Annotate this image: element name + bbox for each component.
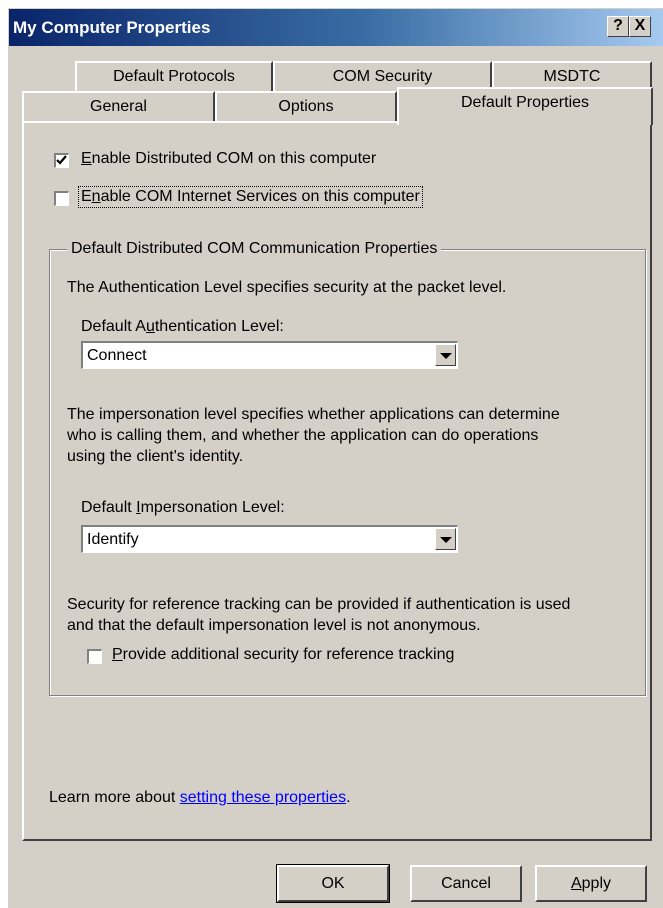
close-icon: X [634, 17, 646, 34]
auth-description: The Authentication Level specifies secur… [67, 279, 507, 296]
ok-button[interactable]: OK [276, 864, 390, 903]
impersonation-description-2: who is calling them, and whether the app… [67, 427, 539, 444]
learn-more-suffix: . [346, 789, 351, 806]
learn-more-prefix: Learn more about [49, 789, 180, 806]
tab-label: COM Security [332, 68, 433, 85]
label-part: nable Distributed COM on this computer [91, 150, 377, 167]
mnemonic: u [145, 318, 155, 335]
reference-tracking-checkbox[interactable] [87, 649, 102, 664]
tab-default-properties[interactable]: Default Properties [397, 87, 653, 125]
button-label: OK [321, 875, 345, 892]
button-label: Cancel [441, 875, 491, 892]
tab-general[interactable]: General [22, 91, 215, 123]
impersonation-level-value: Identify [87, 531, 139, 548]
dropdown-button[interactable] [435, 344, 456, 366]
label-part: mpersonation Level: [140, 499, 285, 516]
label-part: Default [81, 499, 137, 516]
tab-label: Options [278, 98, 334, 115]
groupbox-title: Default Distributed COM Communication Pr… [67, 240, 442, 258]
reference-tracking-description-2: and that the default impersonation level… [67, 617, 481, 634]
tab-label: Default Protocols [113, 68, 235, 85]
reference-tracking-label[interactable]: Provide additional security for referenc… [112, 646, 454, 664]
mnemonic: E [81, 150, 92, 167]
dropdown-button[interactable] [435, 528, 456, 550]
mnemonic: A [570, 875, 582, 892]
properties-dialog: My Computer Properties ? X Default Proto… [8, 8, 663, 908]
auth-level-dropdown[interactable]: Connect [81, 341, 458, 369]
reference-tracking-description-1: Security for reference tracking can be p… [67, 596, 571, 613]
tab-options[interactable]: Options [215, 91, 397, 123]
chevron-down-icon [440, 537, 452, 543]
impersonation-level-label: Default Impersonation Level: [81, 499, 285, 517]
button-label: pply [581, 875, 612, 892]
impersonation-level-dropdown[interactable]: Identify [81, 525, 458, 553]
tab-default-protocols[interactable]: Default Protocols [75, 61, 273, 93]
impersonation-description-1: The impersonation level specifies whethe… [67, 406, 560, 423]
label-part: rovide additional security for reference… [122, 646, 455, 663]
apply-button[interactable]: Apply [535, 865, 647, 902]
help-button[interactable]: ? [607, 16, 629, 37]
window-title: My Computer Properties [13, 18, 211, 37]
help-icon: ? [613, 17, 623, 34]
title-bar[interactable]: My Computer Properties ? X [9, 9, 663, 46]
label-part: thentication Level: [154, 318, 284, 335]
enable-dcom-label[interactable]: Enable Distributed COM on this computer [81, 150, 376, 168]
chevron-down-icon [440, 353, 452, 359]
enable-dcom-checkbox[interactable] [54, 153, 69, 168]
label-part: Default A [81, 318, 146, 335]
mnemonic: n [91, 188, 101, 205]
enable-cis-checkbox[interactable] [54, 191, 69, 206]
tab-label: MSDTC [543, 68, 601, 85]
enable-cis-label[interactable]: Enable COM Internet Services on this com… [78, 186, 423, 208]
label-part: E [81, 188, 92, 205]
mnemonic: P [112, 646, 123, 663]
close-button[interactable]: X [629, 16, 651, 37]
learn-more-text: Learn more about setting these propertie… [49, 789, 351, 807]
tab-label: General [90, 98, 147, 115]
auth-level-value: Connect [87, 347, 147, 364]
cancel-button[interactable]: Cancel [410, 865, 522, 902]
learn-more-link[interactable]: setting these properties [180, 789, 346, 806]
auth-level-label: Default Authentication Level: [81, 318, 284, 336]
impersonation-description-3: using the client's identity. [67, 448, 244, 465]
label-part: able COM Internet Services on this compu… [100, 188, 420, 205]
checkmark-icon [56, 155, 67, 165]
tab-label: Default Properties [460, 94, 590, 111]
